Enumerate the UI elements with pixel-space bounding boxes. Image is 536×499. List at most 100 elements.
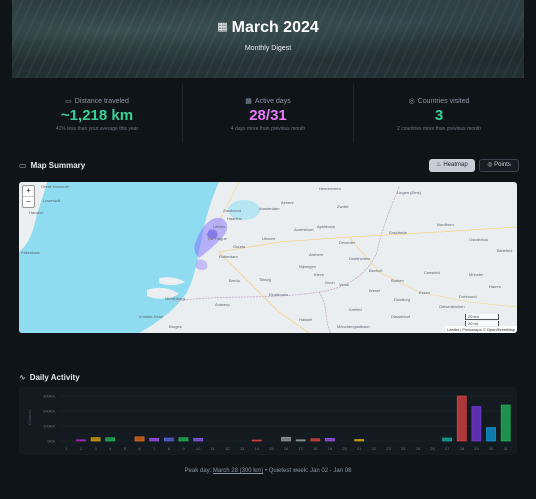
x-tick-label: 5 bbox=[124, 446, 127, 451]
x-tick-label: 23 bbox=[386, 446, 391, 451]
bar-day-7[interactable] bbox=[149, 437, 160, 442]
map-scale: 20 km 20 mi bbox=[465, 313, 499, 327]
map-label: Leiden bbox=[213, 224, 226, 229]
map-label: Nordhorn bbox=[437, 222, 454, 227]
map-view[interactable]: Great Yarmouth Lowestoft Felixstowe Harw… bbox=[19, 182, 517, 333]
map-attribution[interactable]: Leaflet | Protomaps © OpenStreetMap bbox=[444, 326, 517, 333]
x-tick-label: 3 bbox=[94, 446, 97, 451]
stat-subtext: 4 days more than previous month bbox=[230, 126, 306, 132]
map-label: Arnhem bbox=[309, 252, 324, 257]
map-label: Haarlem bbox=[227, 216, 243, 221]
stat-countries: ◎ Countries visited 3 2 countries more th… bbox=[354, 84, 524, 142]
map-label: Apeldoorn bbox=[317, 224, 336, 229]
stat-distance: ▭ Distance traveled ~1,218 km 41% less th… bbox=[12, 84, 183, 142]
x-tick-label: 28 bbox=[460, 446, 465, 451]
x-tick-label: 24 bbox=[401, 446, 406, 451]
x-tick-label: 21 bbox=[357, 446, 362, 451]
y-tick-label: 200km bbox=[43, 409, 56, 414]
bar-day-29[interactable] bbox=[471, 406, 482, 442]
map-label: Almere bbox=[281, 200, 294, 205]
x-tick-label: 10 bbox=[196, 446, 201, 451]
bar-day-4[interactable] bbox=[105, 437, 116, 442]
map-label: Amsterdam bbox=[259, 206, 280, 211]
bar-day-2[interactable] bbox=[76, 439, 86, 442]
bar-day-14[interactable] bbox=[251, 439, 262, 442]
x-tick-label: 27 bbox=[445, 446, 450, 451]
x-tick-label: 17 bbox=[298, 446, 303, 451]
x-tick-label: 26 bbox=[430, 446, 435, 451]
x-tick-label: 9 bbox=[182, 446, 185, 451]
stat-subtext: 41% less than your average this year bbox=[55, 126, 139, 132]
map-label: Münster bbox=[469, 272, 484, 277]
map-label: Zandvoort bbox=[223, 208, 242, 213]
bar-day-18[interactable] bbox=[310, 438, 321, 442]
highway bbox=[218, 251, 310, 333]
map-label: Gelsenkirchen bbox=[439, 304, 465, 309]
map-label: Wesel bbox=[369, 288, 381, 293]
stat-value: 3 bbox=[434, 107, 444, 124]
peak-day-value[interactable]: March 28 (300 km) bbox=[213, 468, 263, 474]
x-tick-label: 30 bbox=[489, 446, 494, 451]
scale-km: 20 km bbox=[465, 314, 499, 320]
x-tick-label: 16 bbox=[284, 446, 289, 451]
bar-day-21[interactable] bbox=[354, 439, 365, 442]
map-label: Krefeld bbox=[349, 307, 362, 312]
map-label: Nijmegen bbox=[299, 264, 316, 269]
x-tick-label: 20 bbox=[342, 446, 347, 451]
x-tick-label: 2 bbox=[80, 446, 83, 451]
points-button[interactable]: ◎ Points bbox=[479, 159, 519, 172]
map-label: Knokke-Heist bbox=[139, 314, 163, 319]
x-tick-label: 8 bbox=[168, 446, 171, 451]
map-section-title: ▭ Map Summary bbox=[19, 161, 86, 170]
x-tick-label: 4 bbox=[109, 446, 112, 451]
bar-day-3[interactable] bbox=[90, 437, 101, 442]
map-label: Lowestoft bbox=[43, 198, 61, 203]
peak-day-label: Peak day: bbox=[184, 468, 212, 474]
calendar-icon: ▦ bbox=[217, 21, 228, 33]
map-label: Essen bbox=[419, 290, 431, 295]
bar-day-30[interactable] bbox=[486, 427, 496, 442]
x-tick-label: 19 bbox=[328, 446, 333, 451]
footer-separator: • bbox=[264, 468, 268, 474]
map-label: Middelburg bbox=[165, 296, 185, 301]
zoom-in-button[interactable]: + bbox=[23, 186, 34, 197]
bar-day-27[interactable] bbox=[442, 437, 452, 442]
bar-day-17[interactable] bbox=[295, 439, 306, 442]
x-tick-label: 22 bbox=[372, 446, 377, 451]
map-label: Coesfeld bbox=[424, 270, 440, 275]
heatmap-button[interactable]: ♨ Heatmap bbox=[429, 159, 475, 172]
map-canvas bbox=[19, 182, 517, 333]
map-label: Goch bbox=[325, 280, 335, 285]
map-label: Bielefeld bbox=[497, 248, 513, 253]
quietest-week: Quietest week: Jan 02 - Jan 08 bbox=[268, 468, 352, 474]
map-label: Utrecht bbox=[262, 236, 275, 241]
map-icon: ▭ bbox=[65, 98, 72, 105]
bar-day-31[interactable] bbox=[500, 404, 511, 442]
map-label: Antwerp bbox=[215, 302, 230, 307]
y-axis-label: Distance bbox=[27, 408, 32, 424]
zoom-out-button[interactable]: − bbox=[23, 197, 34, 207]
bar-day-28[interactable] bbox=[456, 395, 467, 442]
map-label: Great Yarmouth bbox=[41, 184, 70, 189]
bar-day-6[interactable] bbox=[134, 436, 145, 442]
calendar-icon: ▦ bbox=[245, 98, 252, 105]
bar-day-19[interactable] bbox=[325, 437, 335, 442]
x-tick-label: 7 bbox=[153, 446, 156, 451]
hero-banner: ▦ March 2024 Monthly Digest bbox=[12, 0, 524, 78]
map-label: Deventer bbox=[339, 240, 356, 245]
country-border bbox=[318, 291, 332, 333]
x-tick-label: 15 bbox=[269, 446, 274, 451]
zoom-control: + − bbox=[22, 185, 35, 208]
map-label: Gouda bbox=[233, 244, 246, 249]
page-title: ▦ March 2024 bbox=[217, 19, 319, 36]
x-tick-label: 25 bbox=[416, 446, 421, 451]
map-label: Harwich bbox=[29, 210, 44, 215]
stat-label: Distance traveled bbox=[74, 98, 129, 105]
bar-day-8[interactable] bbox=[163, 437, 174, 442]
map-icon: ▭ bbox=[19, 161, 27, 170]
stats-row: ▭ Distance traveled ~1,218 km 41% less th… bbox=[12, 84, 524, 142]
stat-value: 28/31 bbox=[249, 107, 287, 124]
bar-day-16[interactable] bbox=[281, 436, 291, 442]
bar-day-9[interactable] bbox=[178, 437, 189, 442]
bar-day-10[interactable] bbox=[193, 437, 203, 442]
